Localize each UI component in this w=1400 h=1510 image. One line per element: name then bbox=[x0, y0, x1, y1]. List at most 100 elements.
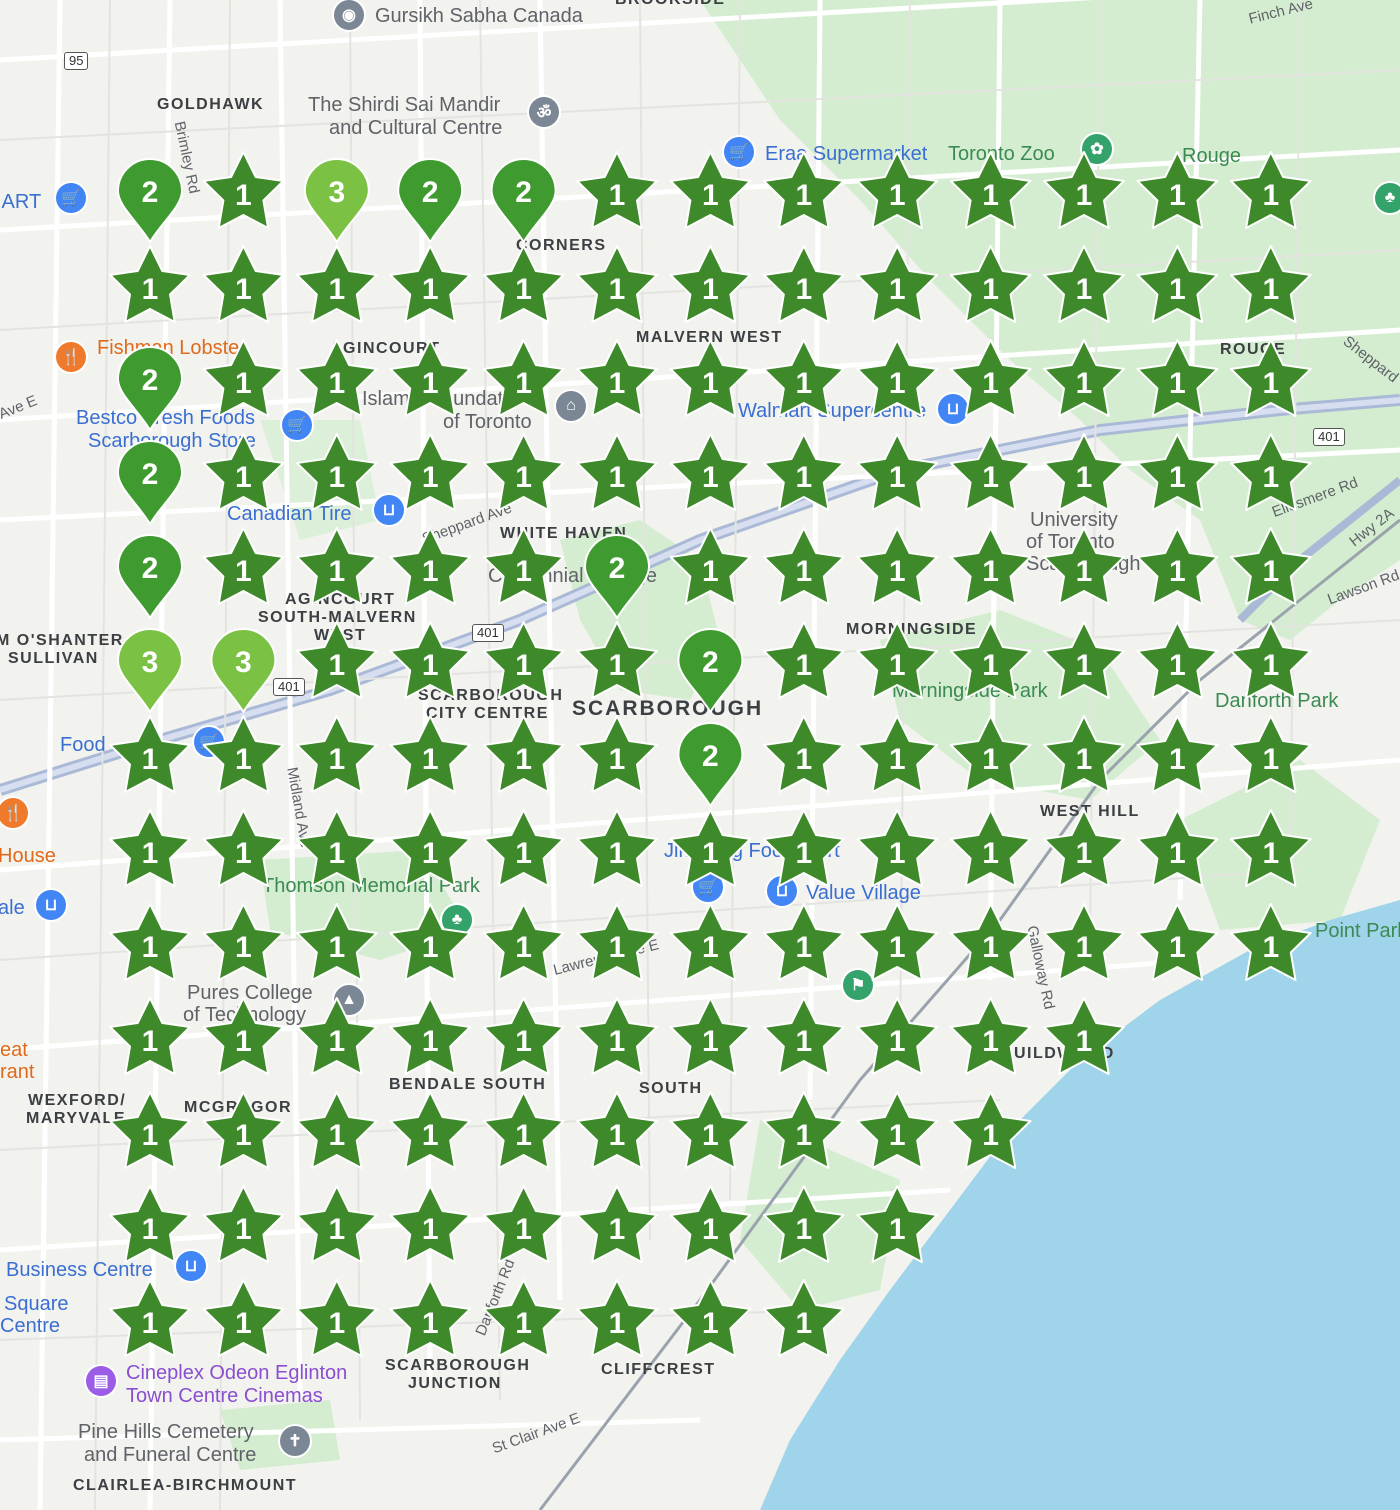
star-marker[interactable]: 1 bbox=[202, 245, 285, 323]
star-marker[interactable]: 1 bbox=[295, 339, 378, 417]
star-marker[interactable]: 1 bbox=[949, 151, 1032, 229]
star-marker[interactable]: 1 bbox=[762, 903, 845, 981]
star-marker[interactable]: 1 bbox=[482, 809, 565, 887]
star-marker[interactable]: 1 bbox=[295, 903, 378, 981]
star-marker[interactable]: 1 bbox=[1043, 903, 1125, 981]
star-marker[interactable]: 1 bbox=[1229, 339, 1312, 417]
star-marker[interactable]: 1 bbox=[762, 621, 845, 699]
star-marker[interactable]: 1 bbox=[389, 245, 472, 323]
star-marker[interactable]: 1 bbox=[389, 903, 472, 981]
star-marker[interactable]: 1 bbox=[949, 339, 1032, 417]
cluster-pin-marker[interactable]: 2 bbox=[116, 346, 184, 432]
star-marker[interactable]: 1 bbox=[576, 151, 658, 229]
star-marker[interactable]: 1 bbox=[109, 997, 191, 1075]
cluster-pin-marker[interactable]: 2 bbox=[397, 158, 464, 244]
star-marker[interactable]: 1 bbox=[482, 245, 565, 323]
star-marker[interactable]: 1 bbox=[576, 339, 658, 417]
star-marker[interactable]: 1 bbox=[669, 1185, 752, 1263]
star-marker[interactable]: 1 bbox=[202, 903, 285, 981]
star-marker[interactable]: 1 bbox=[1043, 433, 1125, 511]
star-marker[interactable]: 1 bbox=[482, 1185, 565, 1263]
cluster-pin-marker[interactable]: 2 bbox=[116, 440, 184, 526]
star-marker[interactable]: 1 bbox=[202, 1279, 285, 1357]
star-marker[interactable]: 1 bbox=[1043, 715, 1125, 793]
cluster-pin-marker[interactable]: 2 bbox=[116, 158, 184, 244]
star-marker[interactable]: 1 bbox=[202, 997, 285, 1075]
star-marker[interactable]: 1 bbox=[1136, 809, 1219, 887]
star-marker[interactable]: 1 bbox=[109, 1279, 191, 1357]
star-marker[interactable]: 1 bbox=[109, 1185, 191, 1263]
star-marker[interactable]: 1 bbox=[856, 433, 939, 511]
star-marker[interactable]: 1 bbox=[482, 715, 565, 793]
star-marker[interactable]: 1 bbox=[949, 621, 1032, 699]
star-marker[interactable]: 1 bbox=[576, 1185, 658, 1263]
star-marker[interactable]: 1 bbox=[856, 809, 939, 887]
star-marker[interactable]: 1 bbox=[762, 433, 845, 511]
star-marker[interactable]: 1 bbox=[295, 245, 378, 323]
star-marker[interactable]: 1 bbox=[762, 715, 845, 793]
star-marker[interactable]: 1 bbox=[1043, 809, 1125, 887]
star-marker[interactable]: 1 bbox=[482, 1279, 565, 1357]
star-marker[interactable]: 1 bbox=[856, 245, 939, 323]
star-marker[interactable]: 1 bbox=[669, 997, 752, 1075]
star-marker[interactable]: 1 bbox=[576, 1279, 658, 1357]
star-marker[interactable]: 1 bbox=[389, 433, 472, 511]
star-marker[interactable]: 1 bbox=[482, 997, 565, 1075]
star-marker[interactable]: 1 bbox=[762, 527, 845, 605]
star-marker[interactable]: 1 bbox=[482, 621, 565, 699]
star-marker[interactable]: 1 bbox=[576, 1091, 658, 1169]
star-marker[interactable]: 1 bbox=[1229, 903, 1312, 981]
star-marker[interactable]: 1 bbox=[949, 527, 1032, 605]
star-marker[interactable]: 1 bbox=[295, 527, 378, 605]
star-marker[interactable]: 1 bbox=[109, 903, 191, 981]
star-marker[interactable]: 1 bbox=[1043, 151, 1125, 229]
star-marker[interactable]: 1 bbox=[949, 903, 1032, 981]
star-marker[interactable]: 1 bbox=[1136, 715, 1219, 793]
star-marker[interactable]: 1 bbox=[295, 1185, 378, 1263]
star-marker[interactable]: 1 bbox=[856, 1091, 939, 1169]
cluster-pin-marker[interactable]: 3 bbox=[210, 628, 277, 714]
star-marker[interactable]: 1 bbox=[295, 809, 378, 887]
star-marker[interactable]: 1 bbox=[389, 997, 472, 1075]
star-marker[interactable]: 1 bbox=[669, 433, 752, 511]
star-marker[interactable]: 1 bbox=[482, 903, 565, 981]
star-marker[interactable]: 1 bbox=[389, 527, 472, 605]
star-marker[interactable]: 1 bbox=[1229, 151, 1312, 229]
star-marker[interactable]: 1 bbox=[762, 1279, 845, 1357]
star-marker[interactable]: 1 bbox=[856, 339, 939, 417]
star-marker[interactable]: 1 bbox=[202, 433, 285, 511]
star-marker[interactable]: 1 bbox=[202, 1185, 285, 1263]
star-marker[interactable]: 1 bbox=[669, 527, 752, 605]
star-marker[interactable]: 1 bbox=[109, 245, 191, 323]
star-marker[interactable]: 1 bbox=[762, 1185, 845, 1263]
star-marker[interactable]: 1 bbox=[856, 1185, 939, 1263]
star-marker[interactable]: 1 bbox=[669, 809, 752, 887]
star-marker[interactable]: 1 bbox=[1136, 339, 1219, 417]
map-canvas[interactable]: Gursikh Sabha Canada BROOKSIDE Finch Ave… bbox=[0, 0, 1400, 1510]
star-marker[interactable]: 1 bbox=[669, 245, 752, 323]
star-marker[interactable]: 1 bbox=[295, 433, 378, 511]
star-marker[interactable]: 1 bbox=[202, 339, 285, 417]
star-marker[interactable]: 1 bbox=[1136, 527, 1219, 605]
star-marker[interactable]: 1 bbox=[576, 621, 658, 699]
star-marker[interactable]: 1 bbox=[576, 809, 658, 887]
star-marker[interactable]: 1 bbox=[669, 339, 752, 417]
star-marker[interactable]: 1 bbox=[949, 715, 1032, 793]
star-marker[interactable]: 1 bbox=[576, 903, 658, 981]
star-marker[interactable]: 1 bbox=[576, 245, 658, 323]
star-marker[interactable]: 1 bbox=[1043, 245, 1125, 323]
star-marker[interactable]: 1 bbox=[669, 1279, 752, 1357]
star-marker[interactable]: 1 bbox=[949, 997, 1032, 1075]
cluster-pin-marker[interactable]: 3 bbox=[116, 628, 184, 714]
star-marker[interactable]: 1 bbox=[856, 621, 939, 699]
star-marker[interactable]: 1 bbox=[762, 809, 845, 887]
star-marker[interactable]: 1 bbox=[295, 621, 378, 699]
star-marker[interactable]: 1 bbox=[482, 1091, 565, 1169]
star-marker[interactable]: 1 bbox=[949, 809, 1032, 887]
star-marker[interactable]: 1 bbox=[389, 621, 472, 699]
star-marker[interactable]: 1 bbox=[202, 715, 285, 793]
star-marker[interactable]: 1 bbox=[1229, 809, 1312, 887]
star-marker[interactable]: 1 bbox=[1136, 151, 1219, 229]
star-marker[interactable]: 1 bbox=[389, 809, 472, 887]
star-marker[interactable]: 1 bbox=[389, 339, 472, 417]
